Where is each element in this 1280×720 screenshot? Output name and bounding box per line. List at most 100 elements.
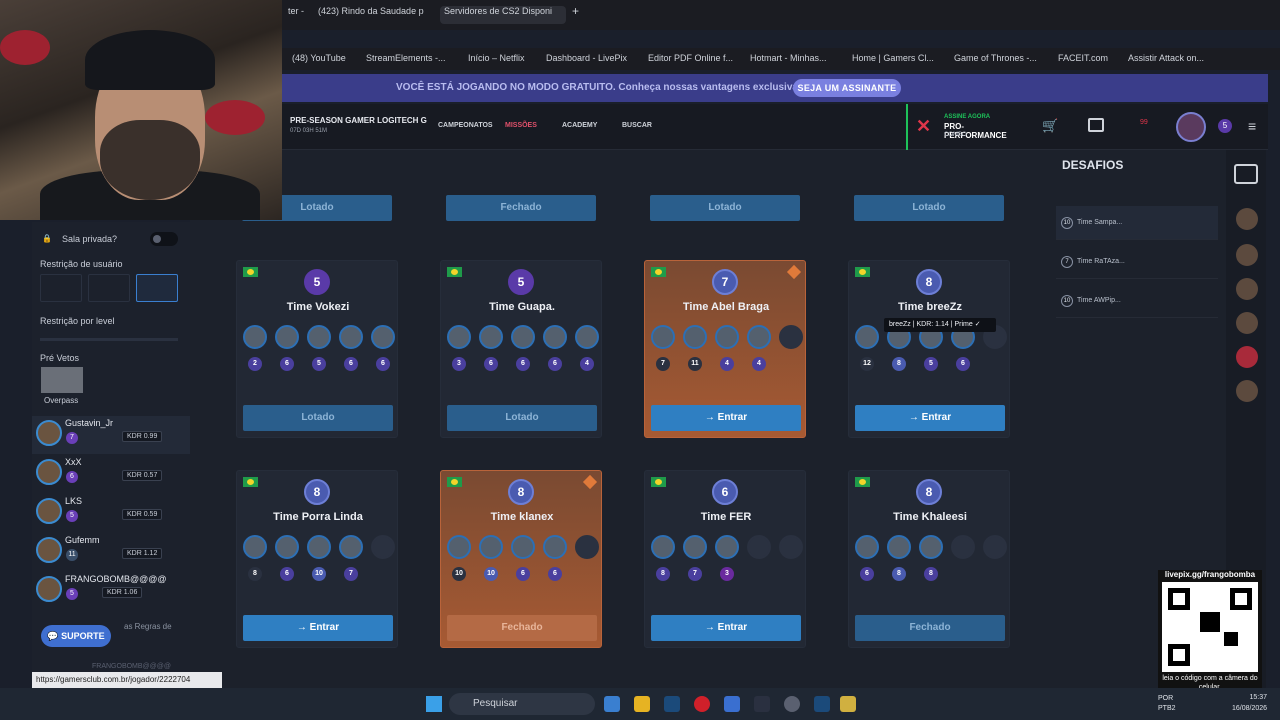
enter-button[interactable]: → Entrar [651,405,801,431]
bookmark[interactable]: Home | Gamers Cl... [852,53,934,63]
app-icon[interactable] [784,696,800,712]
empty-slot[interactable] [779,535,803,559]
restriction-option-verified[interactable] [88,274,130,302]
player-row[interactable]: Gustavin_Jr 7 KDR 0.99 [32,416,190,454]
steam-icon[interactable] [814,696,830,712]
bookmark[interactable]: Hotmart - Minhas... [750,53,827,63]
player-avatar[interactable] [479,325,503,349]
chat-icon[interactable] [1088,118,1104,132]
player-avatar[interactable] [243,535,267,559]
player-avatar[interactable] [651,325,675,349]
enter-button[interactable]: → Entrar [651,615,801,641]
player-avatar[interactable] [543,325,567,349]
friend-avatar[interactable] [1236,278,1258,300]
empty-slot[interactable] [983,535,1007,559]
taskbar-search[interactable]: Pesquisar [449,693,595,715]
player-avatar[interactable] [447,535,471,559]
friend-avatar[interactable] [1236,244,1258,266]
player-avatar[interactable] [575,325,599,349]
player-row[interactable]: Gufemm 11 KDR 1.12 [32,533,190,571]
bookmark[interactable]: Game of Thrones -... [954,53,1037,63]
nav-buscar[interactable]: BUSCAR [622,122,652,129]
cart-icon[interactable]: 🛒 [1042,118,1058,134]
challenge-item[interactable]: 7 Time RaTAza... [1056,245,1218,279]
room-button[interactable]: Lotado [854,195,1004,221]
friend-avatar[interactable] [1236,380,1258,402]
folder-icon[interactable] [634,696,650,712]
private-room-toggle[interactable] [150,232,178,246]
player-avatar[interactable] [715,535,739,559]
player-avatar[interactable] [887,535,911,559]
bookmark[interactable]: FACEIT.com [1058,53,1108,63]
map-thumbnail[interactable] [41,367,83,393]
pro-performance-promo[interactable]: ✕ ASSINE AGORA PRO-PERFORMANCE COMBO [906,104,1024,150]
empty-slot[interactable] [371,535,395,559]
room-button[interactable]: Lotado [447,405,597,431]
new-tab-icon[interactable]: + [568,4,580,22]
bookmark[interactable]: Assistir Attack on... [1128,53,1204,63]
room-button[interactable]: Lotado [243,405,393,431]
notification-count[interactable]: 99 [1140,119,1148,126]
player-avatar[interactable] [307,325,331,349]
nav-academy[interactable]: ACADEMY [562,122,597,129]
player-row[interactable]: LKS 5 KDR 0.59 [32,494,190,532]
player-avatar[interactable] [511,535,535,559]
player-avatar[interactable] [855,325,879,349]
windows-start-icon[interactable] [426,696,442,712]
player-avatar[interactable] [307,535,331,559]
player-avatar[interactable] [339,535,363,559]
restriction-option-both[interactable] [136,274,178,302]
player-avatar[interactable] [919,535,943,559]
player-avatar[interactable] [511,325,535,349]
player-avatar[interactable] [651,535,675,559]
player-avatar[interactable] [855,535,879,559]
bookmark[interactable]: Editor PDF Online f... [648,53,733,63]
room-button[interactable]: Fechado [447,615,597,641]
player-avatar[interactable] [447,325,471,349]
season-title[interactable]: PRE-SEASON GAMER LOGITECH G [290,116,427,125]
chat-icon[interactable] [1234,164,1258,184]
menu-icon[interactable]: ≡ [1248,118,1256,134]
player-avatar[interactable] [339,325,363,349]
enter-button[interactable]: → Entrar [243,615,393,641]
opera-icon[interactable] [694,696,710,712]
player-avatar[interactable] [715,325,739,349]
bookmark[interactable]: Dashboard - LivePix [546,53,627,63]
nav-missoes[interactable]: MISSÕES [505,122,537,129]
player-avatar[interactable] [747,325,771,349]
player-row[interactable]: XxX 6 KDR 0.57 [32,455,190,493]
room-button[interactable]: Lotado [650,195,800,221]
player-avatar[interactable] [243,325,267,349]
restriction-option-users[interactable] [40,274,82,302]
user-avatar[interactable] [1176,112,1206,142]
challenge-item[interactable]: 10 Time AWPip... [1056,284,1218,318]
friend-avatar[interactable] [1236,346,1258,368]
browser-tab[interactable]: (423) Rindo da Saudade p [314,6,436,24]
language-indicator[interactable]: POR PTB2 [1158,694,1188,714]
player-row[interactable]: FRANGOBOMB@@@@ 5 KDR 1.06 [32,572,190,610]
empty-slot[interactable] [575,535,599,559]
browser-tab[interactable]: ter - [284,6,314,24]
app-icon[interactable] [840,696,856,712]
app-icon[interactable] [604,696,620,712]
steam-icon[interactable] [664,696,680,712]
friend-avatar[interactable] [1236,312,1258,334]
bookmark[interactable]: StreamElements -... [366,53,446,63]
empty-slot[interactable] [779,325,803,349]
app-icon[interactable] [724,696,740,712]
player-avatar[interactable] [479,535,503,559]
browser-tab-active[interactable]: Servidores de CS2 Disponi [440,6,566,24]
player-avatar[interactable] [275,535,299,559]
subscribe-button[interactable]: SEJA UM ASSINANTE [793,79,901,97]
player-avatar[interactable] [683,535,707,559]
empty-slot[interactable] [951,535,975,559]
room-button[interactable]: Fechado [855,615,1005,641]
bookmark[interactable]: (48) YouTube [292,53,346,63]
clock[interactable]: 15:37 16/08/2026 [1232,692,1267,714]
player-avatar[interactable] [543,535,567,559]
bookmark[interactable]: Início – Netflix [468,53,525,63]
player-avatar[interactable] [371,325,395,349]
player-avatar[interactable] [683,325,707,349]
player-avatar[interactable] [275,325,299,349]
nav-campeonatos[interactable]: CAMPEONATOS [438,122,493,129]
